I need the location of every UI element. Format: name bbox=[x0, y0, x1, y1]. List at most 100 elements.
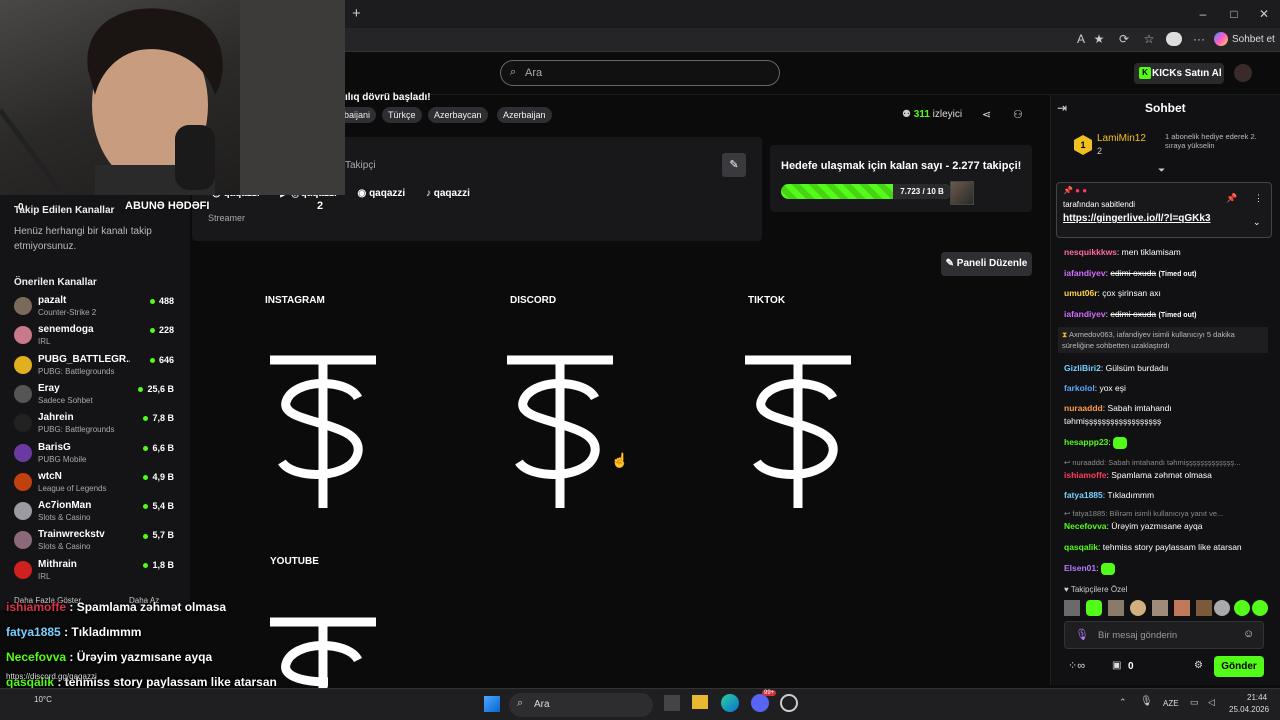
user-avatar[interactable] bbox=[1234, 64, 1252, 82]
favorite-star-icon[interactable]: ★ bbox=[1090, 30, 1108, 48]
follow-user-icon[interactable]: ⚇ bbox=[1013, 108, 1023, 121]
channel-item[interactable]: PUBG_BATTLEGR... PUBG: Battlegrounds 646 bbox=[14, 353, 174, 381]
volume-icon[interactable]: ◁ bbox=[1208, 697, 1215, 708]
unpin-icon[interactable]: 📌 bbox=[1226, 193, 1237, 204]
obs-icon[interactable] bbox=[780, 694, 798, 712]
discord-panel-logo[interactable] bbox=[505, 350, 615, 510]
search-input[interactable]: ⌕ Ara bbox=[500, 60, 780, 86]
edit-panel-button[interactable]: ✎ Paneli Düzenle bbox=[941, 252, 1032, 276]
emote-icon[interactable] bbox=[1234, 600, 1250, 616]
collapse-chat-icon[interactable]: ⇥ bbox=[1057, 101, 1067, 115]
youtube-panel-logo[interactable] bbox=[268, 612, 378, 688]
clock-time[interactable]: 21:44 bbox=[1247, 693, 1267, 702]
tiktok-panel-logo[interactable] bbox=[743, 350, 853, 510]
windows-start-icon[interactable] bbox=[484, 696, 500, 712]
channel-item[interactable]: Jahrein PUBG: Battlegrounds 7,8 B bbox=[14, 411, 174, 439]
followed-empty-text: Henüz herhangi bir kanalı takip etmiyors… bbox=[14, 226, 152, 252]
extensions-icon[interactable]: ⟳ bbox=[1115, 30, 1133, 48]
pinned-message bbox=[1056, 182, 1272, 238]
tray-chevron-icon[interactable]: ⌃ bbox=[1119, 697, 1127, 708]
channel-item[interactable]: BarisG PUBG Mobile 6,6 B bbox=[14, 441, 174, 469]
chat-username[interactable]: umut06r bbox=[1064, 288, 1098, 298]
pinned-link[interactable]: https://gingerlive.io/l/?l=qGKk3 bbox=[1063, 213, 1211, 224]
profile-extension-icon[interactable] bbox=[1166, 32, 1182, 46]
emote-icon[interactable] bbox=[1196, 600, 1212, 616]
minimize-button[interactable]: – bbox=[1193, 4, 1213, 24]
chat-input[interactable]: 🎙 Bir mesaj gönderin ☺ bbox=[1064, 621, 1264, 649]
emote-icon[interactable] bbox=[1252, 600, 1268, 616]
goal-progress-text: 7.723 / 10 B bbox=[893, 184, 951, 199]
emote-icon[interactable] bbox=[1086, 600, 1102, 616]
edit-about-button[interactable]: ✎ bbox=[722, 153, 746, 177]
gift-icon[interactable]: ▣ bbox=[1112, 660, 1121, 671]
chat-username[interactable]: hesappp23 bbox=[1064, 437, 1108, 447]
task-view-icon[interactable] bbox=[664, 695, 680, 711]
send-button[interactable]: Gönder bbox=[1214, 656, 1264, 677]
emote-icon[interactable] bbox=[1130, 600, 1146, 616]
maximize-button[interactable]: □ bbox=[1224, 4, 1244, 24]
chat-username[interactable]: GizliBiri2 bbox=[1064, 363, 1101, 373]
chat-username[interactable]: ishiamoffe bbox=[1064, 470, 1107, 480]
chat-filter-icon[interactable]: ⏷ bbox=[1158, 165, 1165, 176]
emote-icon[interactable] bbox=[1214, 600, 1230, 616]
tag[interactable]: Türkçe bbox=[382, 107, 422, 123]
edge-icon[interactable] bbox=[721, 694, 739, 712]
favorites-icon[interactable]: ☆ bbox=[1140, 30, 1158, 48]
tag[interactable]: Azerbaycan bbox=[428, 107, 488, 123]
channel-item[interactable]: Mithrain IRL 1,8 B bbox=[14, 558, 174, 586]
buy-kicks-button[interactable]: K KICKs Satın Al bbox=[1134, 63, 1224, 84]
chat-username[interactable]: nuraaddd bbox=[1064, 403, 1103, 413]
chat-username[interactable]: iafandiyev bbox=[1064, 268, 1106, 278]
channel-item[interactable]: Trainwreckstv Slots & Casino 5,7 B bbox=[14, 528, 174, 556]
chat-settings-icon[interactable]: ⚙ bbox=[1194, 660, 1203, 671]
discord-icon[interactable] bbox=[751, 694, 769, 712]
copilot-label: Sohbet et bbox=[1232, 34, 1275, 45]
emote-icon[interactable] bbox=[1174, 600, 1190, 616]
top-gifter-name[interactable]: LamiMin12 bbox=[1097, 133, 1146, 144]
chat-username[interactable]: Elsen01 bbox=[1064, 563, 1096, 573]
read-aloud-icon[interactable]: A bbox=[1072, 30, 1090, 48]
chat-username[interactable]: fatya1885 bbox=[1064, 490, 1103, 500]
channel-item[interactable]: Ac7ionMan Slots & Casino 5,4 B bbox=[14, 499, 174, 527]
chat-username[interactable]: farkolol bbox=[1064, 383, 1095, 393]
close-window-button[interactable]: ✕ bbox=[1254, 4, 1274, 24]
chat-text: edimi oxuda bbox=[1110, 309, 1157, 319]
clock-date[interactable]: 25.04.2026 bbox=[1229, 705, 1269, 714]
pinned-more-icon[interactable]: ⋮ bbox=[1254, 193, 1263, 204]
emote-icon[interactable] bbox=[1108, 600, 1124, 616]
emoji-icon[interactable]: ☺ bbox=[1243, 628, 1254, 640]
microphone-icon[interactable]: 🎙 bbox=[1075, 628, 1089, 641]
streamer-webcam-image bbox=[0, 0, 345, 195]
file-explorer-icon[interactable] bbox=[692, 695, 708, 709]
instagram-panel-logo[interactable] bbox=[268, 350, 378, 510]
new-tab-button[interactable]: + bbox=[352, 5, 361, 22]
channel-item[interactable]: Eray Sadece Sohbet 25,6 B bbox=[14, 382, 174, 410]
network-icon[interactable]: ▭ bbox=[1190, 697, 1199, 708]
microphone-icon[interactable]: 🎙 bbox=[1140, 696, 1153, 707]
emote-icon[interactable] bbox=[1064, 600, 1080, 616]
weather-temp[interactable]: 10°C bbox=[34, 695, 52, 704]
chat-username[interactable]: Necefovva bbox=[1064, 521, 1107, 531]
chat-username[interactable]: nesquikkkws bbox=[1064, 247, 1117, 257]
emote-icon[interactable] bbox=[1152, 600, 1168, 616]
tag[interactable]: Azerbaijan bbox=[497, 107, 552, 123]
goal-avatar bbox=[950, 181, 974, 205]
language-indicator[interactable]: AZE bbox=[1163, 699, 1179, 708]
chat-username[interactable]: qasqalik bbox=[1064, 542, 1098, 552]
more-menu-icon[interactable]: ··· bbox=[1190, 30, 1208, 48]
chat-username[interactable]: iafandiyev bbox=[1064, 309, 1106, 319]
expand-pinned-icon[interactable]: ⌄ bbox=[1253, 217, 1261, 228]
search-placeholder: Ara bbox=[525, 67, 543, 79]
channel-avatar bbox=[14, 531, 32, 550]
channel-category: Sadece Sohbet bbox=[38, 395, 93, 405]
kick-points-icon[interactable]: ⁘∞ bbox=[1068, 659, 1085, 672]
chat-message: umut06r: çox şirinsan axı bbox=[1064, 288, 1161, 298]
share-icon[interactable]: ⋖ bbox=[982, 108, 991, 121]
channel-item[interactable]: pazalt Counter-Strike 2 488 bbox=[14, 294, 174, 322]
tiktok-link[interactable]: ♪ qaqazzi bbox=[426, 188, 470, 199]
taskbar-search[interactable]: ⌕ Ara bbox=[509, 693, 653, 717]
discord-link[interactable]: ◉ qaqazzi bbox=[358, 188, 406, 199]
channel-item[interactable]: senemdoga IRL 228 bbox=[14, 323, 174, 351]
copilot-button[interactable]: Sohbet et bbox=[1214, 30, 1275, 50]
channel-item[interactable]: wtcN League of Legends 4,9 B bbox=[14, 470, 174, 498]
